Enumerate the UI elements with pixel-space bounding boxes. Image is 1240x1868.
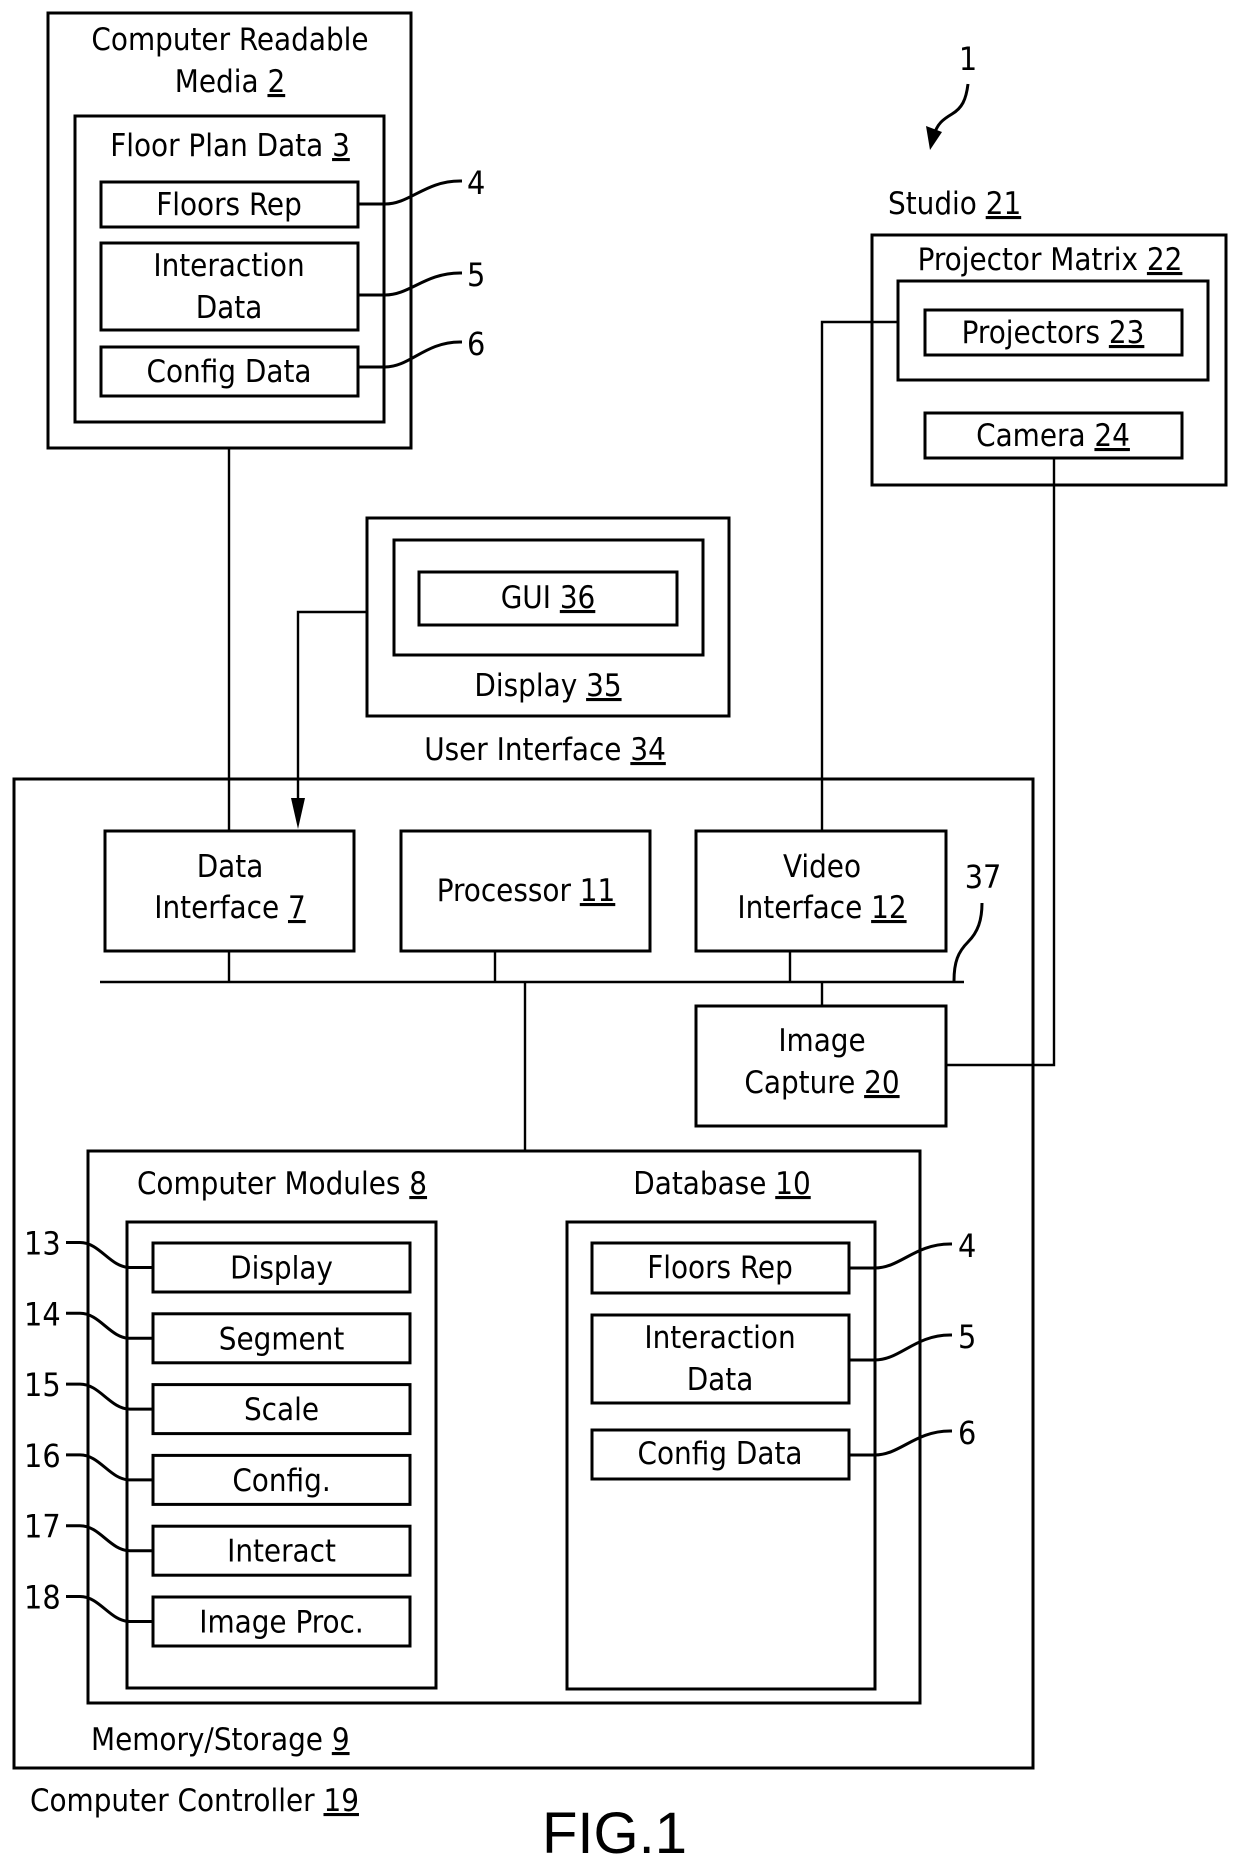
data-interface-label-2: Interface 7 xyxy=(154,890,305,926)
db-config-data-label: Config Data xyxy=(638,1436,803,1472)
video-interface-ref: 12 xyxy=(871,890,906,926)
user-interface-title-text: User Interface xyxy=(424,732,621,768)
camera-title-text: Camera xyxy=(976,418,1085,454)
user-interface: GUI 36 Display 35 User Interface 34 xyxy=(365,516,731,768)
module-label: Segment xyxy=(219,1321,345,1357)
memory-storage-ref: 9 xyxy=(332,1722,350,1758)
image-capture-label-1: Image xyxy=(778,1023,865,1059)
crm-interaction-label-1: Interaction xyxy=(153,248,304,284)
bus-ref-number: 37 xyxy=(965,858,1002,896)
db-ref-number-5: 5 xyxy=(958,1318,976,1356)
data-interface-label-1: Data xyxy=(197,849,264,885)
projector-matrix-title: Projector Matrix 22 xyxy=(918,242,1183,278)
module-ref-number: 17 xyxy=(24,1508,61,1546)
crm-title: Computer Readable xyxy=(91,22,368,58)
system-ref-arrowhead xyxy=(926,126,942,150)
user-interface-label: User Interface 34 xyxy=(424,732,666,768)
processor-title-text: Processor xyxy=(437,873,572,909)
projectors-title-text: Projectors xyxy=(962,315,1100,351)
projectors-label: Projectors 23 xyxy=(962,315,1145,351)
crm-floors-rep-label: Floors Rep xyxy=(156,187,302,223)
database-title-text: Database xyxy=(633,1166,766,1202)
processor-ref: 11 xyxy=(580,873,615,909)
computer-controller-label: Computer Controller 19 xyxy=(30,1783,359,1819)
computer-modules-ref: 8 xyxy=(409,1166,427,1202)
gui-label: GUI 36 xyxy=(501,580,596,616)
crm-config-data-label: Config Data xyxy=(147,354,312,390)
module-ref-number: 15 xyxy=(24,1366,61,1404)
database-label: Database 10 xyxy=(633,1166,810,1202)
ui-arrowhead-icon xyxy=(291,798,305,829)
crm-interaction-label-2: Data xyxy=(196,290,263,326)
studio-ref: 21 xyxy=(986,186,1021,222)
system-ref-number: 1 xyxy=(959,40,977,78)
memory-storage-label: Memory/Storage 9 xyxy=(91,1722,350,1758)
display-label: Display 35 xyxy=(474,668,621,704)
system-ref-leader xyxy=(933,83,970,133)
camera-label: Camera 24 xyxy=(976,418,1130,454)
camera-ref: 24 xyxy=(1094,418,1129,454)
bus-leader-line xyxy=(952,902,984,982)
floor-plan-title-text: Floor Plan Data xyxy=(110,128,323,164)
module-ref-number: 18 xyxy=(24,1579,61,1617)
ref-number-5: 5 xyxy=(467,256,485,294)
computer-modules-title-text: Computer Modules xyxy=(137,1166,400,1202)
module-label: Image Proc. xyxy=(199,1605,364,1641)
computer-modules-label: Computer Modules 8 xyxy=(137,1166,427,1202)
gui-ref: 36 xyxy=(560,580,595,616)
computer-controller: Data Interface 7 Processor 11 Video Inte… xyxy=(12,777,1035,1770)
computer-controller-title-text: Computer Controller xyxy=(30,1783,315,1819)
video-interface-title-text: Interface xyxy=(737,890,862,926)
projector-matrix-ref: 22 xyxy=(1147,242,1182,278)
module-label: Interact xyxy=(227,1534,336,1570)
ref-number-4: 4 xyxy=(467,164,485,202)
module-label: Scale xyxy=(244,1392,319,1428)
memory-storage-title-text: Memory/Storage xyxy=(91,1722,323,1758)
video-interface-label-2: Interface 12 xyxy=(737,890,906,926)
crm-ref: 2 xyxy=(267,64,285,100)
module-ref-number: 13 xyxy=(24,1225,61,1263)
processor-label: Processor 11 xyxy=(437,873,616,909)
crm-title-text: Media xyxy=(175,64,259,100)
image-capture-label-2: Capture 20 xyxy=(744,1065,899,1101)
system-reference: 1 xyxy=(926,40,977,150)
db-floors-rep-label: Floors Rep xyxy=(647,1250,793,1286)
db-ref-number-4: 4 xyxy=(958,1227,976,1265)
db-ref-number-6: 6 xyxy=(958,1414,976,1452)
gui-title-text: GUI xyxy=(501,580,551,616)
module-ref-number: 14 xyxy=(24,1295,61,1333)
crm-title-line2: Media 2 xyxy=(175,64,285,100)
floor-plan-ref: 3 xyxy=(332,128,350,164)
data-interface-title-text: Interface xyxy=(154,890,279,926)
display-title-text: Display xyxy=(474,668,577,704)
image-capture-title-text: Capture xyxy=(744,1065,855,1101)
video-interface-label-1: Video xyxy=(783,849,861,885)
projector-matrix-title-text: Projector Matrix xyxy=(918,242,1138,278)
projectors-ref: 23 xyxy=(1109,315,1144,351)
image-capture-ref: 20 xyxy=(864,1065,899,1101)
display-ref: 35 xyxy=(586,668,621,704)
studio: Studio 21 Projector Matrix 22 Projectors… xyxy=(870,186,1228,487)
camera-to-image-capture-line xyxy=(946,458,1056,1067)
ref-number-6: 6 xyxy=(467,325,485,363)
module-ref-number: 16 xyxy=(24,1437,61,1475)
studio-title: Studio 21 xyxy=(888,186,1021,222)
db-interaction-label-2: Data xyxy=(687,1362,754,1398)
system-block-diagram: Computer Readable Media 2 Floor Plan Dat… xyxy=(12,11,1228,1866)
computer-readable-media: Computer Readable Media 2 Floor Plan Dat… xyxy=(46,11,485,450)
figure-label: FIG.1 xyxy=(542,1801,687,1866)
database-ref: 10 xyxy=(775,1166,810,1202)
computer-controller-ref: 19 xyxy=(323,1783,358,1819)
module-label: Display xyxy=(230,1251,333,1287)
module-label: Config. xyxy=(232,1463,330,1499)
studio-title-text: Studio xyxy=(888,186,977,222)
db-interaction-label-1: Interaction xyxy=(644,1320,795,1356)
data-interface-ref: 7 xyxy=(288,890,306,926)
floor-plan-title: Floor Plan Data 3 xyxy=(110,128,350,164)
user-interface-ref: 34 xyxy=(630,732,665,768)
